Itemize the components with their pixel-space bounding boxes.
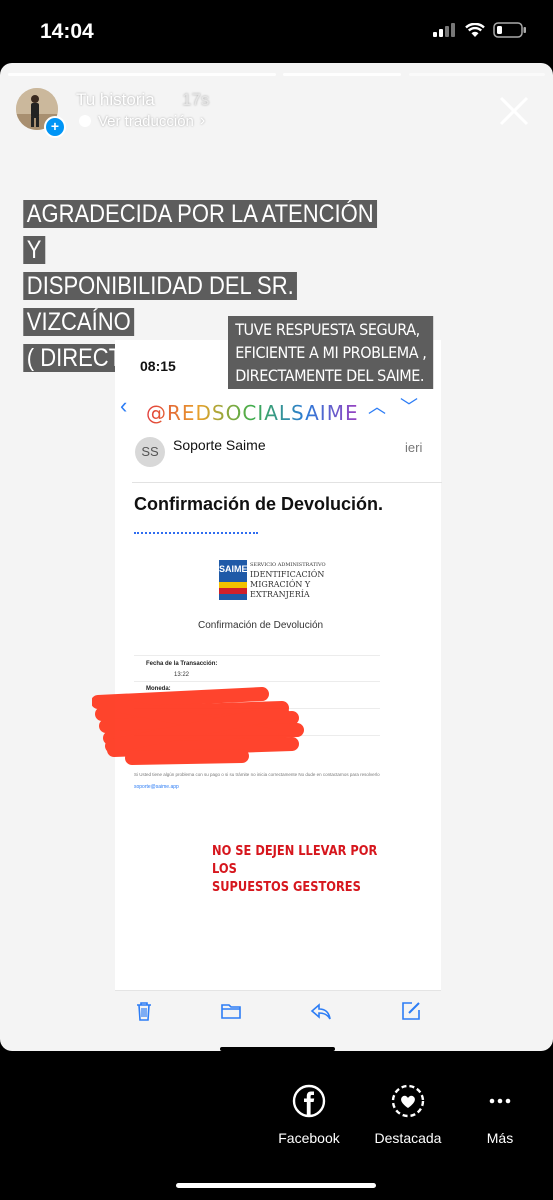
more-label: Más (486, 1130, 514, 1146)
back-chevron-icon: ‹ (120, 393, 128, 418)
caption-side-line: TUVE RESPUESTA SEGURA, (235, 320, 420, 339)
compose-icon (402, 1002, 420, 1020)
see-translation-link[interactable]: Ver traducción › (78, 112, 205, 130)
transaction-id-redacted (134, 518, 258, 534)
more-button[interactable]: Más (452, 1084, 548, 1146)
caption-line: AGRADECIDA POR LA ATENCIÓN Y (23, 200, 378, 264)
reply-icon (310, 1003, 331, 1020)
facebook-label: Facebook (278, 1130, 340, 1146)
support-email-link[interactable]: soporte@saime.app (134, 784, 179, 790)
saime-logo: SAIME (219, 560, 248, 600)
cellular-signal-icon (433, 23, 455, 37)
facebook-icon (292, 1084, 326, 1118)
divider (134, 655, 380, 656)
redaction-scribble (92, 687, 304, 765)
translate-bubble-icon (79, 115, 91, 127)
story-time-ago: 17s (182, 90, 210, 109)
warning-text: NO SE DEJEN LLEVAR POR LOS SUPUESTOS GES… (212, 843, 379, 897)
email-footer-note: Si Usted tiene algún problema con su pag… (134, 772, 380, 777)
sender-name: Soporte Saime (173, 437, 266, 453)
highlight-label: Destacada (374, 1130, 442, 1146)
email-nav-arrows: ︿ ﹀ (368, 393, 418, 419)
chevron-up-icon: ︿ (368, 397, 386, 417)
close-icon[interactable] (497, 94, 531, 128)
document-title: Confirmación de Devolución (198, 620, 324, 631)
home-indicator[interactable] (176, 1183, 376, 1188)
story-progress-segment-1 (8, 73, 276, 76)
folder-icon (221, 1004, 241, 1019)
sender-avatar: SS (135, 437, 165, 467)
email-status-time: 08:15 (140, 358, 176, 374)
battery-icon (493, 22, 526, 38)
wifi-icon (465, 22, 485, 37)
chevron-right-icon: › (199, 112, 206, 129)
story-caption-side: TUVE RESPUESTA SEGURA, EFICIENTE A MI PR… (228, 316, 434, 389)
see-translation-label: Ver traducción (98, 112, 194, 130)
caption-side-line: DIRECTAMENTE DEL SAIME. (235, 366, 425, 385)
divider (132, 482, 442, 483)
highlight-button[interactable]: Destacada (360, 1084, 456, 1146)
story-progress-segment-3 (409, 73, 545, 76)
highlight-heart-icon (391, 1084, 425, 1118)
add-story-icon[interactable]: + (44, 116, 66, 138)
logo-line: EXTRANJERÍA (250, 590, 310, 599)
email-toolbar-divider (115, 990, 441, 991)
share-facebook-button[interactable]: Facebook (261, 1084, 357, 1146)
saime-logo-caption: SERVICIO ADMINISTRATIVO IDENTIFICACIÓN M… (250, 560, 326, 600)
warning-line: SUPUESTOS GESTORES (212, 880, 361, 895)
logo-line: MIGRACIÓN Y (250, 580, 311, 589)
trash-icon (137, 1002, 151, 1021)
transaction-date-value: 13:22 (174, 672, 190, 678)
transaction-date-label: Fecha de la Transacción: (146, 661, 218, 667)
story-user-name[interactable]: Tu historia (76, 90, 155, 110)
email-subject: Confirmación de Devolución. (134, 494, 384, 514)
logo-line: IDENTIFICACIÓN (250, 570, 325, 579)
warning-line: NO SE DEJEN LLEVAR POR LOS (212, 844, 378, 877)
status-time: 14:04 (40, 20, 94, 43)
home-indicator-story (220, 1047, 335, 1051)
email-date: ieri (405, 440, 423, 455)
chevron-down-icon: ﹀ (400, 397, 418, 417)
mention-handle[interactable]: @REDSOCIALSAIME (146, 401, 359, 425)
caption-side-line: EFICIENTE A MI PROBLEMA , (235, 343, 427, 362)
divider (134, 681, 380, 682)
more-icon (489, 1098, 511, 1104)
status-icons (433, 22, 527, 38)
story-progress-segment-2 (283, 73, 401, 76)
logo-line: SERVICIO ADMINISTRATIVO (250, 562, 326, 568)
saime-logo-text: SAIME (219, 564, 248, 574)
